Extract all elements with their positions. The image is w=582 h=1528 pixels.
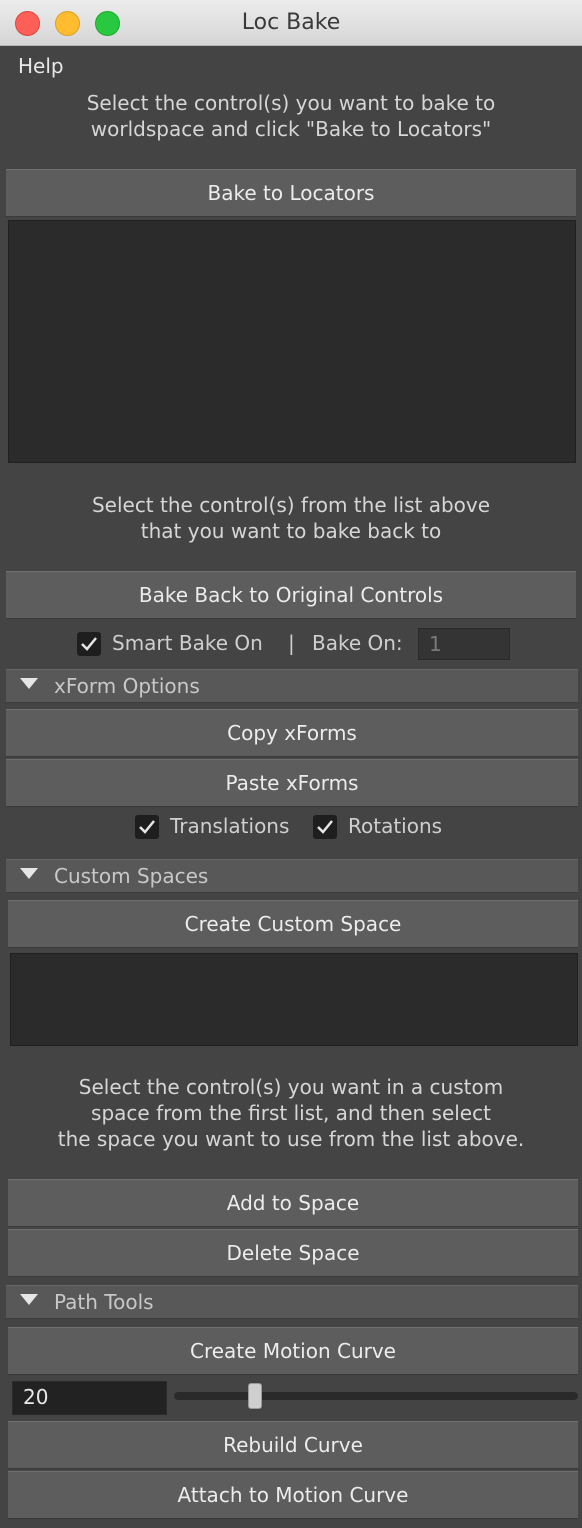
path-tools-header[interactable]: Path Tools	[6, 1285, 578, 1319]
curve-value-field[interactable]: 20	[12, 1381, 167, 1415]
create-custom-space-button[interactable]: Create Custom Space	[8, 900, 578, 948]
bake-to-locators-button[interactable]: Bake to Locators	[6, 169, 576, 217]
bake-instruction: Select the control(s) you want to bake t…	[86, 91, 496, 141]
bake-on-label: Bake On:	[312, 631, 403, 655]
checkmark-icon	[317, 820, 333, 834]
curve-slider-track[interactable]	[174, 1392, 578, 1400]
custom-space-list[interactable]	[10, 953, 578, 1046]
rebuild-curve-button[interactable]: Rebuild Curve	[8, 1421, 578, 1469]
translations-checkbox[interactable]	[135, 815, 159, 839]
collapse-triangle-icon	[20, 868, 38, 879]
collapse-triangle-icon	[20, 678, 38, 689]
rotations-label: Rotations	[348, 814, 443, 838]
bake-back-instruction: Select the control(s) from the list abov…	[91, 493, 491, 543]
attach-to-motion-curve-button[interactable]: Attach to Motion Curve	[8, 1471, 578, 1519]
add-to-space-button[interactable]: Add to Space	[8, 1179, 578, 1227]
bake-on-field[interactable]: 1	[418, 628, 510, 660]
smart-bake-checkbox[interactable]	[77, 632, 101, 656]
xform-options-label: xForm Options	[54, 674, 200, 698]
create-motion-curve-button[interactable]: Create Motion Curve	[8, 1327, 578, 1375]
collapse-triangle-icon	[20, 1294, 38, 1305]
delete-space-button[interactable]: Delete Space	[8, 1229, 578, 1277]
checkmark-icon	[81, 637, 97, 651]
translations-label: Translations	[170, 814, 290, 838]
help-menu[interactable]: Help	[18, 54, 64, 78]
bake-back-button[interactable]: Bake Back to Original Controls	[6, 571, 576, 619]
smart-bake-label: Smart Bake On	[112, 631, 263, 655]
window-title: Loc Bake	[241, 10, 341, 35]
custom-spaces-header[interactable]: Custom Spaces	[6, 859, 578, 893]
separator: |	[288, 631, 295, 655]
locator-list[interactable]	[8, 220, 576, 463]
rotations-checkbox[interactable]	[313, 815, 337, 839]
paste-xforms-button[interactable]: Paste xForms	[6, 759, 578, 807]
checkmark-icon	[139, 820, 155, 834]
path-tools-label: Path Tools	[54, 1290, 154, 1314]
custom-space-instruction: Select the control(s) you want in a cust…	[57, 1075, 525, 1151]
custom-spaces-label: Custom Spaces	[54, 864, 209, 888]
copy-xforms-button[interactable]: Copy xForms	[6, 709, 578, 757]
title-bar: Loc Bake	[0, 0, 582, 46]
xform-options-header[interactable]: xForm Options	[6, 669, 578, 703]
curve-slider-handle[interactable]	[248, 1383, 262, 1409]
